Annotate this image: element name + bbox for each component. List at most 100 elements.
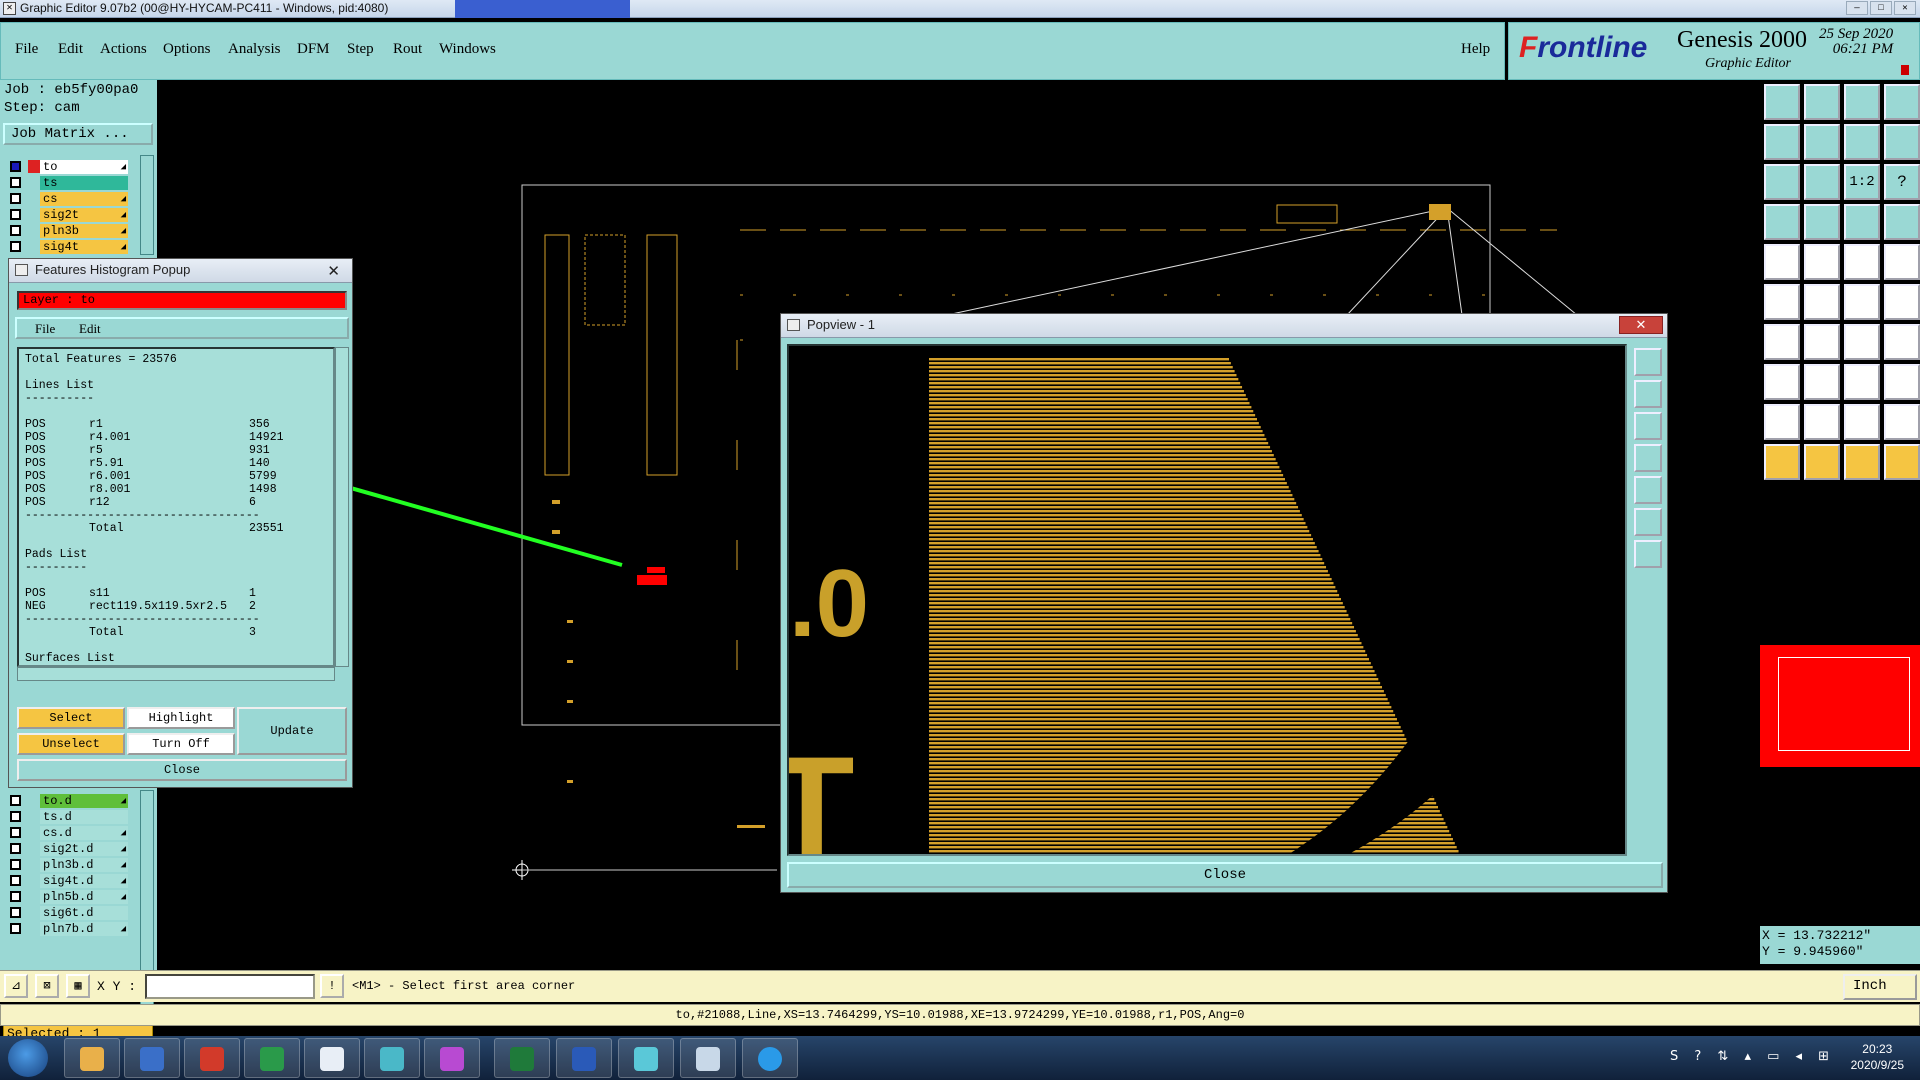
list-item[interactable]: POS r6.001 5799: [25, 470, 333, 483]
tool-pad-icon[interactable]: [1764, 244, 1800, 280]
close-icon[interactable]: ✕: [327, 261, 340, 283]
list-item[interactable]: POS r12 6: [25, 496, 333, 509]
list-item[interactable]: POS r5.91 140: [25, 457, 333, 470]
layer-row[interactable]: pln7b.d ◢: [4, 921, 144, 937]
taskbar-app-green[interactable]: [244, 1038, 300, 1078]
tool-text-a-alt-icon[interactable]: [1844, 404, 1880, 440]
layer-checkbox[interactable]: [10, 859, 21, 870]
tool-snap-icon[interactable]: [1844, 204, 1880, 240]
pan-right-icon[interactable]: [1634, 476, 1662, 504]
layer-checkbox[interactable]: [10, 875, 21, 886]
taskbar-app-viewer[interactable]: [618, 1038, 674, 1078]
minimize-icon[interactable]: —: [1846, 1, 1868, 15]
unselect-button[interactable]: Unselect: [17, 733, 125, 755]
tool-text-a-icon[interactable]: [1804, 404, 1840, 440]
tool-scale-icon[interactable]: 1:2: [1844, 164, 1880, 200]
tool-add-line-icon[interactable]: [1764, 324, 1800, 360]
layer-row[interactable]: to.d ◢: [4, 793, 144, 809]
list-horizontal-scrollbar[interactable]: [17, 667, 335, 681]
menu-analysis[interactable]: Analysis: [228, 41, 281, 58]
tool-help-icon[interactable]: ?: [1884, 164, 1920, 200]
menu-step[interactable]: Step: [347, 41, 374, 58]
list-item[interactable]: POS r8.001 1498: [25, 483, 333, 496]
layer-checkbox[interactable]: [10, 177, 21, 188]
taskbar-app-save[interactable]: [124, 1038, 180, 1078]
taskbar-app-word[interactable]: [556, 1038, 612, 1078]
tool-diag-line-icon[interactable]: [1804, 324, 1840, 360]
list-item[interactable]: NEG rect119.5x119.5xr2.5 2: [25, 600, 333, 613]
select-button[interactable]: Select: [17, 707, 125, 729]
menu-options[interactable]: Options: [163, 41, 211, 58]
layer-row[interactable]: pln3b.d ◢: [4, 857, 144, 873]
menu-dfm[interactable]: DFM: [297, 41, 330, 58]
fit-view-icon[interactable]: [1634, 508, 1662, 536]
list-item[interactable]: POS r4.001 14921: [25, 431, 333, 444]
menu-actions[interactable]: Actions: [100, 41, 147, 58]
tool-center-icon[interactable]: [1804, 164, 1840, 200]
update-button[interactable]: Update: [237, 707, 347, 755]
zoom-out-icon[interactable]: [1634, 380, 1662, 408]
tool-layers-icon[interactable]: [1764, 204, 1800, 240]
job-matrix-button[interactable]: Job Matrix ...: [3, 123, 153, 145]
tool-line-point-alt-icon[interactable]: [1884, 284, 1920, 320]
system-tray[interactable]: S ? ⇅ ▴ ▭ ◂ ⊞: [1670, 1049, 1835, 1064]
layer-row[interactable]: ts: [4, 175, 144, 191]
layer-checkbox[interactable]: [10, 225, 21, 236]
layer-row[interactable]: sig4t.d ◢: [4, 873, 144, 889]
layer-checkbox[interactable]: [10, 209, 21, 220]
taskbar-app-genesis[interactable]: [184, 1038, 240, 1078]
tool-triangle-icon[interactable]: [1764, 404, 1800, 440]
taskbar-app-editor[interactable]: [680, 1038, 736, 1078]
layer-row[interactable]: sig4t ◢: [4, 239, 144, 255]
menu-windows[interactable]: Windows: [439, 41, 496, 58]
start-button-icon[interactable]: [8, 1039, 48, 1077]
turn-off-button[interactable]: Turn Off: [127, 733, 235, 755]
list-item[interactable]: POS s11 1: [25, 587, 333, 600]
tool-bus-icon[interactable]: [1884, 324, 1920, 360]
xy-input[interactable]: [145, 974, 315, 999]
tool-pan-right-icon[interactable]: [1804, 124, 1840, 160]
menu-edit[interactable]: Edit: [79, 321, 101, 337]
taskbar-app-excel[interactable]: [494, 1038, 550, 1078]
taskbar-app-shell[interactable]: [64, 1038, 120, 1078]
taskbar-app-notes[interactable]: [304, 1038, 360, 1078]
tool-pan-left-icon[interactable]: [1764, 124, 1800, 160]
tool-line-point-icon[interactable]: [1844, 284, 1880, 320]
tool-component-icon[interactable]: [1884, 364, 1920, 400]
list-vertical-scrollbar[interactable]: [335, 347, 349, 667]
layer-checkbox[interactable]: [10, 241, 21, 252]
tool-zoom-home-icon[interactable]: [1804, 84, 1840, 120]
tool-connect-icon[interactable]: [1764, 284, 1800, 320]
center-icon[interactable]: [1634, 540, 1662, 568]
close-icon[interactable]: ✕: [1619, 316, 1663, 334]
layer-row[interactable]: pln5b.d ◢: [4, 889, 144, 905]
pan-up-icon[interactable]: [1634, 412, 1662, 440]
layer-checkbox[interactable]: [10, 827, 21, 838]
overview-map[interactable]: [1760, 645, 1920, 767]
menu-edit[interactable]: Edit: [58, 41, 83, 58]
tool-step-icon[interactable]: [1884, 124, 1920, 160]
alert-icon[interactable]: !: [320, 974, 344, 998]
layer-row[interactable]: cs.d ◢: [4, 825, 144, 841]
layer-checkbox[interactable]: [10, 193, 21, 204]
tool-snap-alt-icon[interactable]: [1884, 204, 1920, 240]
tool-text-a-line-icon[interactable]: [1884, 404, 1920, 440]
tool-fit-icon[interactable]: [1764, 164, 1800, 200]
menu-file[interactable]: File: [35, 321, 55, 337]
tool-pointer-box-icon[interactable]: [1804, 444, 1840, 480]
list-item[interactable]: POS r5 931: [25, 444, 333, 457]
snap-mode-icon[interactable]: ⊿: [4, 974, 28, 998]
layer-checkbox[interactable]: [10, 795, 21, 806]
window-title-bar[interactable]: ✕ Graphic Editor 9.07b2 (00@HY-HYCAM-PC4…: [0, 0, 1920, 18]
layer-checkbox[interactable]: [10, 907, 21, 918]
tool-measure-h-icon[interactable]: [1844, 364, 1880, 400]
close-icon[interactable]: ✕: [1894, 1, 1916, 15]
tool-window-icon[interactable]: [1884, 84, 1920, 120]
layer-row[interactable]: sig6t.d: [4, 905, 144, 921]
menu-help[interactable]: Help: [1461, 41, 1490, 58]
layer-row[interactable]: sig2t ◢: [4, 207, 144, 223]
tool-pointer-alt-icon[interactable]: [1844, 444, 1880, 480]
tool-dash-icon[interactable]: [1804, 364, 1840, 400]
layer-row[interactable]: ts.d: [4, 809, 144, 825]
unit-selector[interactable]: Inch: [1843, 974, 1917, 1000]
